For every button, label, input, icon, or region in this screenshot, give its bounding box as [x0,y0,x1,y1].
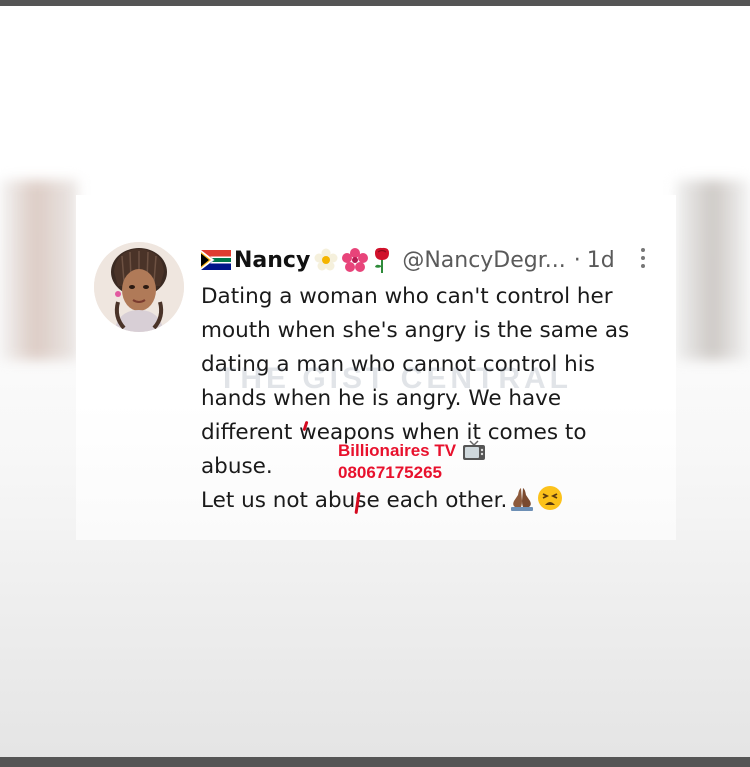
top-frame-bar [0,0,750,6]
tweet-last-line: Let us not abuse each other. [201,484,671,522]
tweet-header: Nancy @NancyDegr... · 1d [201,242,615,278]
separator-dot: · [573,247,581,273]
blurred-background-left [0,180,78,360]
tweet-line: mouth when she's angry is the same as [201,318,630,343]
bottom-frame-bar [0,757,750,767]
user-handle[interactable]: @NancyDegr... [402,248,565,273]
tweet-line: Dating a woman who can't control her [201,284,613,309]
blossom-icon [314,248,338,272]
timestamp[interactable]: 1d [587,248,615,273]
avatar[interactable] [94,242,184,332]
promo-phone: 08067175265 [338,463,443,482]
television-icon [462,440,486,462]
tired-face-icon [537,485,563,522]
promo-overlay: Billionaires TV 08067175265 [338,440,508,484]
promo-title: Billionaires TV [338,441,457,460]
more-vertical-icon[interactable] [640,248,646,270]
south-africa-flag-icon [201,250,231,270]
watermark-text: THE GIST CENTRAL [218,362,572,395]
blurred-background-right [676,180,750,360]
display-name[interactable]: Nancy [234,248,310,273]
folded-hands-icon [509,485,535,522]
rose-icon [372,247,392,273]
hibiscus-icon [342,248,369,272]
